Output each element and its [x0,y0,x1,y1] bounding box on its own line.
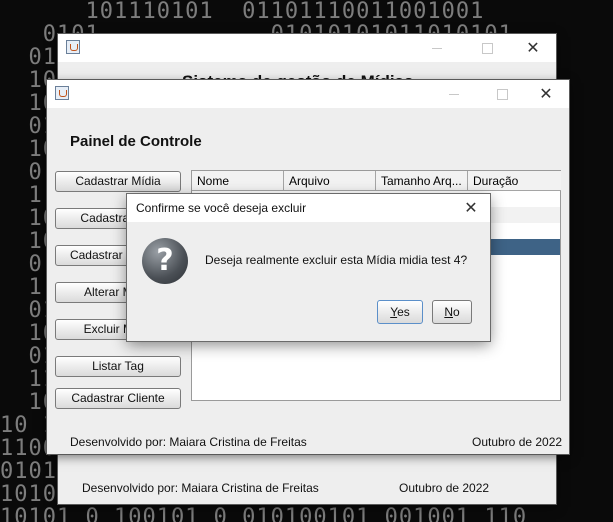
close-icon[interactable]: ✕ [451,194,491,222]
minimize-icon[interactable] [414,34,460,62]
main-window-titlebar: ✕ [47,80,569,108]
dialog-message: Deseja realmente excluir esta Mídia midi… [205,253,468,267]
maximize-icon[interactable] [479,80,525,108]
dialog-title: Confirme se você deseja excluir [136,201,307,215]
back-footer-date: Outubro de 2022 [399,481,490,495]
no-label-rest: o [452,305,460,319]
column-header-arquivo[interactable]: Arquivo [284,171,376,191]
confirm-dialog: Confirme se você deseja excluir ✕ ? Dese… [127,194,490,341]
yes-button[interactable]: Yes [377,300,423,324]
footer-credits: Desenvolvido por: Maiara Cristina de Fre… [70,435,307,449]
back-window-titlebar: ✕ [58,34,556,62]
column-header-duracao[interactable]: Duração [468,171,561,191]
maximize-icon[interactable] [464,34,510,62]
cadastrar-cliente-button[interactable]: Cadastrar Cliente [55,388,181,409]
close-icon[interactable]: ✕ [523,80,569,108]
back-footer-credits: Desenvolvido por: Maiara Cristina de Fre… [82,481,319,495]
no-button[interactable]: No [432,300,472,324]
minimize-icon[interactable] [431,80,477,108]
column-header-tamanho[interactable]: Tamanho Arq... [376,171,468,191]
yes-label-rest: es [397,305,410,319]
dialog-titlebar: Confirme se você deseja excluir ✕ [127,194,490,222]
cadastrar-midia-button[interactable]: Cadastrar Mídia [55,171,181,192]
question-icon: ? [142,238,188,284]
footer-date: Outubro de 2022 [472,435,563,449]
close-icon[interactable]: ✕ [510,34,556,62]
listar-tag-button[interactable]: Listar Tag [55,356,181,377]
java-app-icon [55,86,69,100]
no-mnemonic: N [444,305,453,319]
page-title: Painel de Controle [70,133,202,150]
java-app-icon [66,40,80,54]
column-header-nome[interactable]: Nome [192,171,284,191]
